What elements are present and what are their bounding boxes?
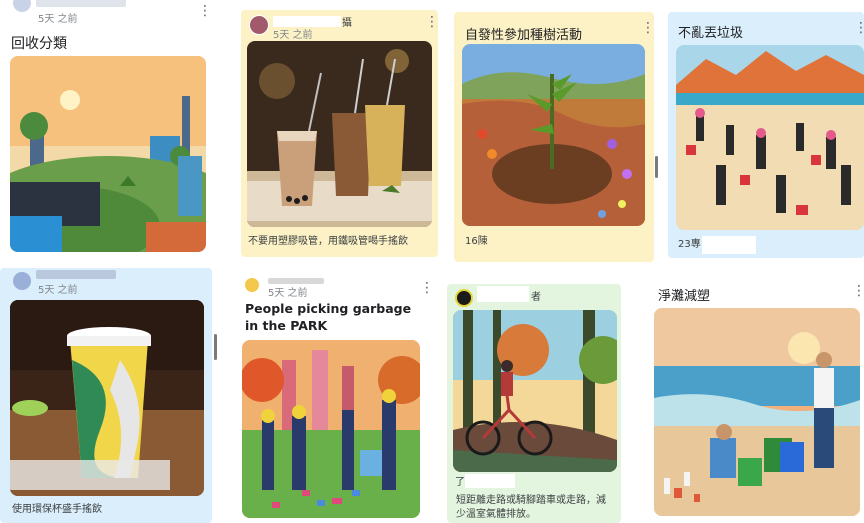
author-name-tail: 攝 <box>342 18 352 29</box>
recycling-illustration <box>10 56 206 252</box>
post-meta-count: 了 <box>455 477 465 488</box>
bubble-tea-photo <box>247 41 432 227</box>
more-vert-icon[interactable]: ⋮ <box>641 21 654 35</box>
more-vert-icon[interactable]: ⋮ <box>852 284 864 298</box>
post-time: 5天 之前 <box>38 285 78 296</box>
post-caption: 短距離走路或騎腳踏車或走路，減少溫室氣體排放。 <box>456 495 606 520</box>
scrollbar-thumb[interactable] <box>214 334 217 360</box>
post-image[interactable] <box>654 308 860 516</box>
author-name-tail: 者 <box>531 292 541 303</box>
post-card[interactable]: 淨灘減塑 ⋮ <box>646 276 864 523</box>
user-avatar-icon <box>13 272 31 290</box>
post-image[interactable] <box>10 300 204 496</box>
post-title: People picking garbage in the PARK <box>245 301 412 333</box>
reusable-cup-photo <box>10 300 204 496</box>
beach-cleanup-painting <box>676 45 864 230</box>
post-time: 5天 之前 <box>268 288 308 299</box>
post-card[interactable]: 不亂丟垃圾 ⋮ 23專 <box>668 12 864 258</box>
post-card[interactable]: 攝 5天 之前 ⋮ 不要用塑膠吸管，用鐵吸管喝手搖飲 <box>241 10 438 257</box>
post-image[interactable] <box>462 44 645 226</box>
post-card[interactable]: 者 了 短距離走路或騎腳踏車或走路，減少溫室氣體排放。 <box>447 284 621 523</box>
post-title: 回收分類 <box>11 36 67 52</box>
redacted-block <box>465 474 515 488</box>
post-card[interactable]: 5天 之前 ⋮ 回收分類 <box>0 0 215 262</box>
post-caption: 使用環保杯盛手搖飲 <box>12 504 102 515</box>
beach-plastic-cleanup-painting <box>654 308 860 516</box>
post-title: 不亂丟垃圾 <box>678 26 744 41</box>
post-card[interactable]: 自發性參加種樹活動 ⋮ 16陳 <box>454 12 654 262</box>
author-name-redacted <box>36 0 126 7</box>
user-avatar-icon <box>249 15 269 35</box>
post-title: 自發性參加種樹活動 <box>465 28 583 43</box>
more-vert-icon[interactable]: ⋮ <box>854 21 864 35</box>
author-name-redacted <box>36 270 116 279</box>
park-cleanup-painting <box>242 340 420 518</box>
post-image[interactable] <box>676 45 864 230</box>
post-caption: 不要用塑膠吸管，用鐵吸管喝手搖飲 <box>248 236 408 247</box>
post-meta-count: 23專 <box>678 239 701 250</box>
user-avatar-icon <box>13 0 31 12</box>
post-title: 淨灘減塑 <box>658 289 711 304</box>
more-vert-icon[interactable]: ⋮ <box>198 4 212 18</box>
post-time: 5天 之前 <box>273 30 313 41</box>
tree-planting-painting <box>462 44 645 226</box>
post-card[interactable]: 5天 之前 使用環保杯盛手搖飲 <box>0 268 212 523</box>
author-name-redacted <box>477 286 529 302</box>
scrollbar-thumb[interactable] <box>655 156 658 178</box>
post-meta-count: 16陳 <box>465 236 488 247</box>
cycling-painting <box>453 310 617 472</box>
user-avatar-icon <box>245 278 259 292</box>
more-vert-icon[interactable]: ⋮ <box>420 281 434 295</box>
redacted-block <box>702 236 756 254</box>
post-card[interactable]: 5天 之前 ⋮ People picking garbage in the PA… <box>236 274 434 523</box>
post-time: 5天 之前 <box>38 14 78 25</box>
post-image[interactable] <box>242 340 420 518</box>
post-image[interactable] <box>453 310 617 472</box>
user-avatar-icon <box>455 289 473 307</box>
post-image[interactable] <box>10 56 206 252</box>
more-vert-icon[interactable]: ⋮ <box>425 15 438 29</box>
post-image[interactable] <box>247 41 432 227</box>
